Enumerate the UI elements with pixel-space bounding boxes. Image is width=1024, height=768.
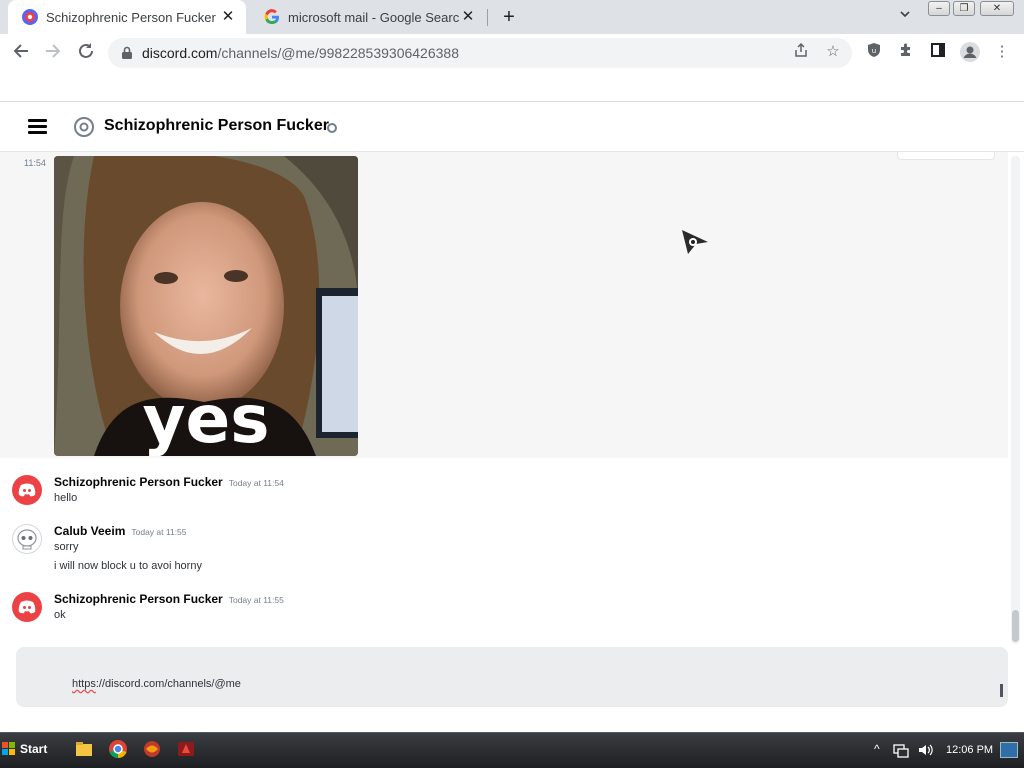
back-arrow-icon[interactable] [10, 42, 32, 64]
discord-favicon-icon [22, 9, 38, 25]
maximize-window-button[interactable]: ❐ [953, 1, 975, 16]
url-path: /channels/@me/998228539306426388 [217, 45, 459, 61]
avatar[interactable] [12, 592, 42, 622]
message-timestamp: 11:54 [24, 158, 46, 168]
message-actions-toolbar[interactable] [897, 152, 995, 160]
browser-tab-strip: Schizophrenic Person Fucker ✕ microsoft … [0, 0, 1024, 34]
minimize-window-button[interactable]: – [928, 1, 950, 16]
message-author[interactable]: Schizophrenic Person Fucker Today at 11:5… [54, 592, 284, 606]
message-author[interactable]: Schizophrenic Person Fucker Today at 11:5… [54, 475, 284, 489]
start-label: Start [20, 742, 48, 756]
message-input[interactable]: https://discord.com/channels/@me [16, 647, 1008, 707]
image-caption: yes [142, 381, 269, 456]
extensions-puzzle-icon[interactable] [896, 42, 916, 62]
avatar[interactable] [12, 524, 42, 554]
lock-icon [122, 46, 132, 59]
app-icon[interactable] [142, 739, 162, 759]
google-favicon-icon [264, 9, 279, 25]
address-bar[interactable]: discord.com/channels/@me/998228539306426… [108, 38, 852, 68]
game-app-icon[interactable] [176, 739, 196, 759]
forward-arrow-icon[interactable] [42, 42, 64, 64]
chrome-menu-icon[interactable]: ⋮ [992, 42, 1012, 62]
message-text: ok [54, 609, 66, 621]
show-desktop-button[interactable] [1000, 742, 1018, 758]
tab-search-chevron-icon[interactable] [895, 8, 915, 26]
message-text: hello [54, 492, 78, 504]
reload-icon[interactable] [75, 42, 97, 64]
message-timestamp: Today at 11:55 [228, 595, 284, 605]
status-offline-icon [327, 123, 337, 133]
start-button[interactable]: Start [2, 736, 52, 762]
windows-flag-icon [2, 742, 15, 755]
os-taskbar: Start ^ 12:06 PM [0, 732, 1024, 768]
avatar[interactable] [12, 475, 42, 505]
taskbar-clock[interactable]: 12:06 PM [946, 744, 993, 756]
tab-label: microsoft mail - Google Search [288, 9, 460, 25]
tab-separator [487, 9, 488, 26]
discord-logo-icon [18, 600, 36, 614]
ublock-shield-icon[interactable]: u [864, 42, 884, 62]
text-caret [1000, 684, 1003, 697]
message-timestamp: Today at 11:54 [228, 478, 284, 488]
file-explorer-icon[interactable] [74, 739, 94, 759]
page-bottom-band [0, 708, 1024, 732]
tray-expand-icon[interactable]: ^ [874, 742, 880, 756]
tab-discord[interactable]: Schizophrenic Person Fucker ✕ [8, 0, 246, 34]
tab-google-search[interactable]: microsoft mail - Google Search ✕ [250, 0, 486, 34]
hamburger-menu-icon[interactable] [28, 119, 47, 135]
page-top-band [0, 70, 1024, 102]
close-tab-icon[interactable]: ✕ [460, 9, 476, 25]
new-tab-button[interactable]: + [498, 6, 520, 28]
message-author[interactable]: Calub Veeim Today at 11:55 [54, 524, 187, 538]
share-icon[interactable] [791, 42, 811, 62]
message-list[interactable]: 11:54 yes Schizophrenic Person Fucker To… [0, 152, 1024, 646]
mouse-cursor-icon [682, 230, 708, 254]
svg-text:u: u [872, 47, 876, 55]
message-text: i will now block u to avoi horny [54, 560, 202, 572]
profile-avatar-icon[interactable] [960, 42, 980, 62]
message-input-text[interactable]: https://discord.com/channels/@me [72, 678, 241, 690]
at-sign-icon [74, 117, 94, 137]
channel-header: Schizophrenic Person Fucker [0, 102, 1024, 152]
image-content: yes [54, 156, 358, 456]
close-window-button[interactable]: ✕ [980, 1, 1014, 16]
message-text: sorry [54, 541, 79, 553]
network-icon[interactable] [893, 742, 909, 758]
chrome-icon[interactable] [108, 739, 128, 759]
image-attachment[interactable]: yes [54, 156, 358, 456]
scrollbar-thumb[interactable] [1012, 610, 1019, 642]
page-title: Schizophrenic Person Fucker [104, 117, 329, 134]
scrollbar-track[interactable] [1011, 156, 1020, 644]
url-host: discord.com [142, 45, 218, 61]
discord-logo-icon [18, 483, 36, 497]
tab-label: Schizophrenic Person Fucker [46, 9, 216, 25]
side-panel-icon[interactable] [928, 42, 948, 62]
close-tab-icon[interactable]: ✕ [220, 9, 236, 25]
browser-toolbar: discord.com/channels/@me/998228539306426… [0, 34, 1024, 70]
message-timestamp: Today at 11:55 [131, 527, 187, 537]
bookmark-star-icon[interactable]: ☆ [823, 42, 843, 62]
skull-avatar-icon [17, 529, 37, 550]
volume-icon[interactable] [917, 742, 933, 758]
